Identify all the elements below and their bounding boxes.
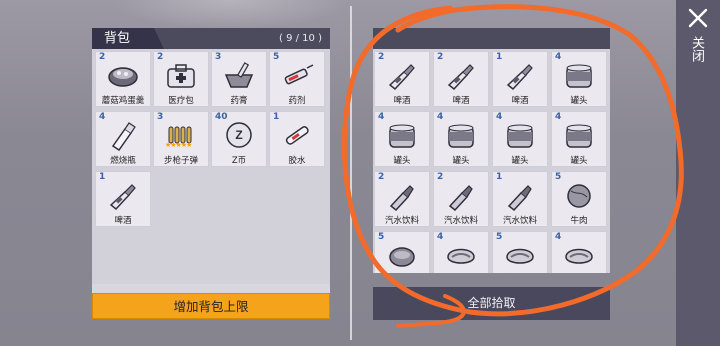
loot-grid[interactable]: 2 啤酒 2 啤酒 1 啤酒 4 罐头 4 罐头 4 罐头 4 罐头 4 罐头 2 汽水饮料 2 汽水饮料 1 汽水饮料 5… [373, 49, 610, 273]
item-label: 罐头 [570, 96, 588, 106]
item-slot[interactable]: 1 啤酒 [95, 171, 151, 227]
background-art [110, 0, 350, 30]
item-slot[interactable]: 5 牛肉 [551, 171, 607, 227]
panel-divider [350, 6, 352, 340]
item-slot[interactable]: 1 啤酒 [492, 51, 548, 107]
can-icon [566, 64, 592, 88]
item-slot[interactable]: 3 药膏 [211, 51, 267, 107]
item-slot[interactable]: 5 [374, 231, 430, 273]
item-label: Z币 [231, 156, 247, 166]
loot-panel: 2 啤酒 2 啤酒 1 啤酒 4 罐头 4 罐头 4 罐头 4 罐头 4 罐头 2 汽水饮料 2 汽水饮料 1 汽水饮料 5… [373, 28, 610, 273]
item-label: 牛肉 [570, 216, 588, 226]
item-slot[interactable]: 2 啤酒 [374, 51, 430, 107]
item-label: 汽水饮料 [443, 216, 478, 226]
item-slot[interactable]: 1 胶水 [269, 111, 325, 167]
item-label: 罐头 [511, 156, 529, 166]
take-all-button[interactable]: 全部拾取 [373, 287, 610, 320]
item-slot[interactable]: 2 汽水饮料 [374, 171, 430, 227]
backpack-panel: 背包 ( 9 / 10 ) 2 蘑菇鸡蛋羹 2 医疗包 3 药膏 5 药剂 4 燃烧瓶 3 ★★★★★… [92, 28, 330, 319]
backpack-grid: 2 蘑菇鸡蛋羹 2 医疗包 3 药膏 5 药剂 4 燃烧瓶 3 ★★★★★ 步枪子弹 40 Z Z币 1 胶水 1 啤… [92, 49, 330, 284]
item-slot[interactable]: 3 ★★★★★ 步枪子弹 [153, 111, 209, 167]
item-label: 汽水饮料 [502, 216, 537, 226]
can-icon [566, 124, 592, 148]
item-slot[interactable]: 4 罐头 [492, 111, 548, 167]
item-slot[interactable]: 4 罐头 [551, 51, 607, 107]
item-slot[interactable]: 2 蘑菇鸡蛋羹 [95, 51, 151, 107]
item-label: 罐头 [452, 156, 470, 166]
medkit-icon [167, 64, 195, 88]
rarity-stars: ★★★★★ [165, 141, 192, 149]
beef-icon [567, 184, 591, 208]
svg-text:Z: Z [235, 128, 242, 142]
item-label: 罐头 [570, 156, 588, 166]
item-label: 啤酒 [393, 96, 411, 106]
item-label: 医疗包 [168, 96, 194, 106]
molotov-icon [111, 122, 136, 151]
loot-header [373, 28, 610, 49]
meat-icon [389, 247, 415, 267]
item-slot[interactable]: 5 [492, 231, 548, 273]
item-slot[interactable]: 2 啤酒 [433, 51, 489, 107]
item-label: 罐头 [393, 156, 411, 166]
item-label: 步枪子弹 [163, 156, 198, 166]
item-label: 蘑菇鸡蛋羹 [101, 96, 145, 106]
backpack-header: 背包 ( 9 / 10 ) [92, 28, 330, 49]
item-label: 啤酒 [511, 96, 529, 106]
steak-icon [565, 248, 593, 264]
item-slot[interactable]: 2 医疗包 [153, 51, 209, 107]
item-slot[interactable]: 4 罐头 [551, 111, 607, 167]
can-icon [507, 124, 533, 148]
item-label: 胶水 [288, 156, 306, 166]
item-slot[interactable]: 4 [551, 231, 607, 273]
beer-icon [109, 184, 136, 211]
item-slot[interactable]: 4 罐头 [374, 111, 430, 167]
mortar-icon [224, 62, 254, 88]
steak-icon [447, 248, 475, 264]
backpack-title: 背包 [92, 28, 164, 49]
item-slot[interactable]: 40 Z Z币 [211, 111, 267, 167]
item-label: 燃烧瓶 [110, 156, 136, 166]
item-slot[interactable]: 1 汽水饮料 [492, 171, 548, 227]
item-label: 啤酒 [452, 96, 470, 106]
close-icon[interactable] [686, 6, 710, 30]
item-slot[interactable]: 4 罐头 [433, 111, 489, 167]
soda-icon [448, 185, 473, 211]
item-slot[interactable]: 4 [433, 231, 489, 273]
item-slot[interactable]: 4 燃烧瓶 [95, 111, 151, 167]
item-label: 啤酒 [114, 216, 132, 226]
glue-icon [285, 126, 309, 145]
item-slot[interactable]: 5 药剂 [269, 51, 325, 107]
beer-icon [447, 64, 474, 91]
item-label: 药剂 [288, 96, 306, 106]
can-icon [448, 124, 474, 148]
beer-icon [388, 64, 415, 91]
item-label: 药膏 [230, 96, 248, 106]
close-strip[interactable]: 关闭 [676, 0, 720, 346]
soda-icon [507, 185, 532, 211]
soda-icon [389, 185, 414, 211]
coin-icon: Z [226, 122, 252, 148]
expand-capacity-button[interactable]: 增加背包上限 [92, 293, 330, 319]
beer-icon [506, 64, 533, 91]
syringe-icon [284, 64, 314, 85]
item-label: 汽水饮料 [384, 216, 419, 226]
can-icon [389, 124, 415, 148]
backpack-capacity: ( 9 / 10 ) [279, 33, 322, 44]
close-label[interactable]: 关闭 [688, 36, 706, 62]
item-slot[interactable]: 2 汽水饮料 [433, 171, 489, 227]
bowl-icon [108, 67, 138, 87]
steak-icon [506, 248, 534, 264]
